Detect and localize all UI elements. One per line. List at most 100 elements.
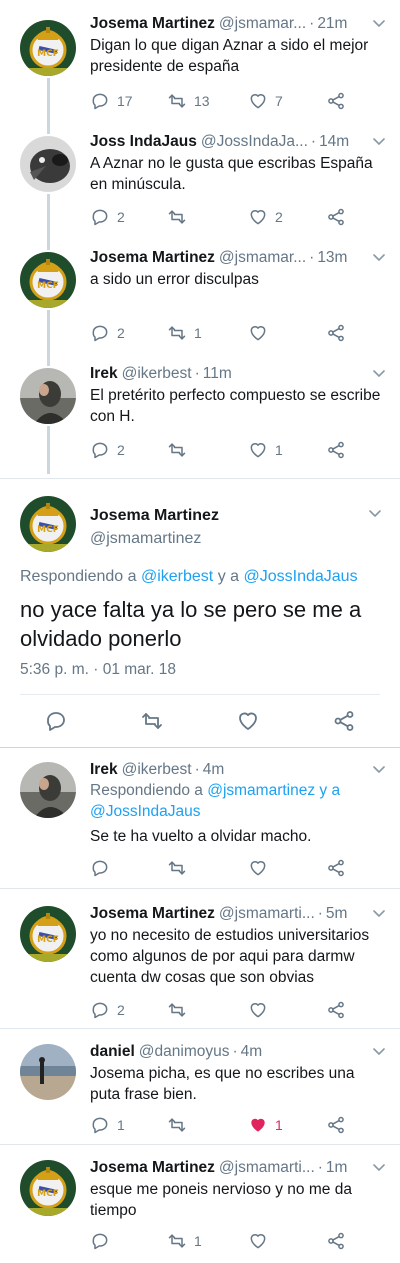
retweet-button[interactable]: 13 (167, 89, 210, 113)
retweet-button[interactable]: 1 (167, 1229, 202, 1253)
like-button[interactable] (248, 856, 275, 880)
share-button[interactable] (326, 89, 346, 113)
thread-line (47, 194, 50, 250)
share-button[interactable] (326, 998, 346, 1022)
like-button[interactable]: 2 (248, 205, 283, 229)
reply-icon (90, 1115, 110, 1135)
retweet-button[interactable] (167, 1113, 194, 1137)
author-handle[interactable]: @jsmamar... (219, 14, 306, 34)
retweet-button[interactable]: 1 (167, 321, 202, 345)
author-handle[interactable]: @JossIndaJa... (201, 132, 308, 152)
share-button[interactable] (326, 321, 346, 345)
tweet-time[interactable]: 11m (203, 364, 232, 384)
share-button[interactable] (326, 438, 346, 462)
avatar[interactable] (20, 906, 76, 962)
separator-dot: · (194, 365, 200, 382)
author-name[interactable]: Josema Martinez (90, 1158, 215, 1178)
tweet-time[interactable]: 13m (317, 248, 347, 268)
chevron-down-icon[interactable] (370, 906, 388, 922)
retweet-button[interactable] (140, 709, 164, 733)
reply-button[interactable]: 2 (90, 321, 125, 345)
mention-link[interactable]: @JossIndaJaus (243, 568, 357, 585)
tweet-time[interactable]: 1m (326, 1158, 348, 1178)
share-button[interactable] (332, 709, 356, 733)
reply-button[interactable] (90, 856, 117, 880)
author-handle[interactable]: @ikerbest (122, 760, 192, 780)
retweet-button[interactable] (167, 205, 194, 229)
mention-link[interactable]: @ikerbest (141, 568, 213, 585)
reply-button[interactable]: 2 (90, 205, 125, 229)
share-button[interactable] (326, 1113, 346, 1137)
chevron-down-icon[interactable] (370, 134, 388, 150)
retweet-button[interactable] (167, 438, 194, 462)
avatar[interactable] (20, 20, 76, 76)
tweet-time[interactable]: 4m (203, 760, 225, 780)
reply-joiner: y a (213, 568, 244, 585)
author-name[interactable]: Josema Martinez (90, 507, 219, 525)
reply-count: 2 (117, 442, 125, 458)
like-button[interactable] (248, 1229, 275, 1253)
author-handle[interactable]: @ikerbest (122, 364, 192, 384)
author-name[interactable]: Irek (90, 760, 118, 780)
like-button[interactable] (248, 998, 275, 1022)
retweet-button[interactable] (167, 998, 194, 1022)
chevron-down-icon[interactable] (370, 250, 388, 266)
retweet-icon (140, 709, 164, 733)
tweet-time[interactable]: 14m (319, 132, 349, 152)
like-button[interactable]: 1 (248, 438, 283, 462)
reply-button[interactable] (90, 1229, 117, 1253)
retweet-icon (167, 323, 187, 343)
author-handle[interactable]: @jsmamarti... (219, 904, 315, 924)
avatar[interactable] (20, 762, 76, 818)
separator-dot: · (309, 249, 315, 266)
avatar[interactable] (20, 1044, 76, 1100)
reply-icon (90, 207, 110, 227)
reply-icon (90, 1231, 110, 1251)
chevron-down-icon[interactable] (370, 1160, 388, 1176)
avatar[interactable] (20, 496, 76, 552)
reply-button[interactable] (44, 709, 68, 733)
reply-button[interactable]: 1 (90, 1113, 125, 1137)
tweet-time[interactable]: 5m (326, 904, 348, 924)
like-button[interactable]: 1 (248, 1113, 283, 1137)
avatar[interactable] (20, 1160, 76, 1216)
author-name[interactable]: Joss IndaJaus (90, 132, 197, 152)
reply-button[interactable]: 17 (90, 89, 133, 113)
tweet-time[interactable]: 4m (241, 1042, 263, 1062)
share-icon (326, 440, 346, 460)
author-handle[interactable]: @jsmamarti... (219, 1158, 315, 1178)
retweet-count: 13 (194, 93, 210, 109)
mention-link[interactable]: @jsmamartinez (207, 782, 315, 799)
author-name[interactable]: daniel (90, 1042, 135, 1062)
like-button[interactable] (248, 321, 275, 345)
author-handle[interactable]: @jsmamartinez (90, 530, 201, 548)
chevron-down-icon[interactable] (366, 506, 384, 522)
like-button[interactable]: 7 (248, 89, 283, 113)
author-name[interactable]: Josema Martinez (90, 248, 215, 268)
replying-to: Respondiendo a @ikerbest y a @JossIndaJa… (20, 568, 358, 586)
author-handle[interactable]: @danimoyus (139, 1042, 230, 1062)
share-button[interactable] (326, 1229, 346, 1253)
like-button[interactable] (236, 709, 260, 733)
chevron-down-icon[interactable] (370, 762, 388, 778)
avatar[interactable] (20, 368, 76, 424)
tweet-time[interactable]: 21m (317, 14, 347, 34)
reply-button[interactable]: 2 (90, 438, 125, 462)
chevron-down-icon[interactable] (370, 1044, 388, 1060)
share-button[interactable] (326, 205, 346, 229)
chevron-down-icon[interactable] (370, 16, 388, 32)
avatar[interactable] (20, 136, 76, 192)
tweet-timestamp[interactable]: 5:36 p. m. · 01 mar. 18 (20, 661, 176, 679)
retweet-icon (167, 207, 187, 227)
retweet-button[interactable] (167, 856, 194, 880)
avatar[interactable] (20, 252, 76, 308)
share-button[interactable] (326, 856, 346, 880)
mention-link[interactable]: @JossIndaJaus (90, 803, 201, 820)
author-name[interactable]: Josema Martinez (90, 14, 215, 34)
tweet-text: esque me poneis nervioso y no me da tiem… (90, 1181, 352, 1219)
chevron-down-icon[interactable] (370, 366, 388, 382)
author-name[interactable]: Irek (90, 364, 118, 384)
reply-button[interactable]: 2 (90, 998, 125, 1022)
author-handle[interactable]: @jsmamar... (219, 248, 306, 268)
author-name[interactable]: Josema Martinez (90, 904, 215, 924)
